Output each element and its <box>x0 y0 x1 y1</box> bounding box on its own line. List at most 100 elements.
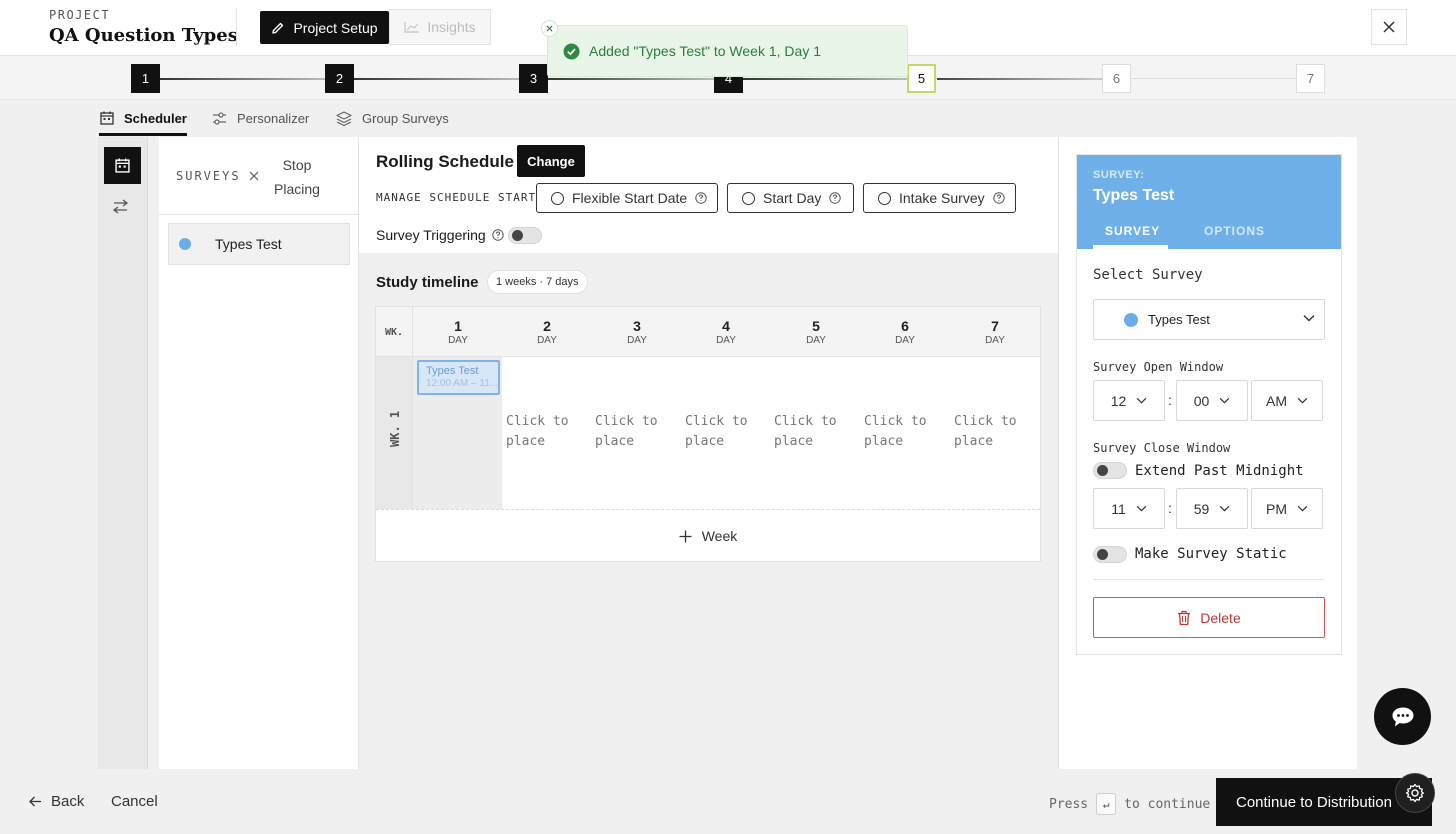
calendar-view-button[interactable] <box>104 147 141 184</box>
day-header-3: 3 DAY <box>592 318 682 346</box>
close-hour-select[interactable]: 11 <box>1093 488 1165 529</box>
chevron-down-icon <box>1297 397 1308 404</box>
left-rail <box>98 137 148 769</box>
radio-circle <box>551 191 564 205</box>
day-6-cell[interactable]: Click to place <box>864 412 944 452</box>
add-week-button[interactable]: Week <box>376 510 1040 562</box>
radio-intake-survey[interactable]: Intake Survey <box>863 183 1016 213</box>
placed-survey-block[interactable]: Types Test 12:00 AM – 11... <box>417 360 500 395</box>
stepper-connector <box>354 78 519 80</box>
step-6[interactable]: 6 <box>1102 64 1131 93</box>
extend-past-midnight-toggle[interactable] <box>1093 462 1127 479</box>
surveys-label: SURVEYS <box>176 169 259 183</box>
time-separator: : <box>1168 392 1172 408</box>
back-label: Back <box>51 793 85 810</box>
close-hour-value: 11 <box>1111 500 1126 517</box>
tab-scheduler[interactable]: Scheduler <box>100 106 187 130</box>
tab-options[interactable]: OPTIONS <box>1204 224 1265 238</box>
open-ampm-select[interactable]: AM <box>1251 380 1323 421</box>
close-ampm-select[interactable]: PM <box>1251 488 1323 529</box>
help-icon <box>695 192 707 204</box>
day-number: 3 <box>633 318 641 334</box>
back-button[interactable]: Back <box>29 793 84 810</box>
project-label: PROJECT <box>49 8 111 22</box>
survey-triggering-text: Survey Triggering <box>376 227 486 243</box>
step-7[interactable]: 7 <box>1296 64 1325 93</box>
survey-color-dot <box>179 238 191 250</box>
day-header-6: 6 DAY <box>860 318 950 346</box>
pencil-icon <box>271 21 285 35</box>
step-2[interactable]: 2 <box>325 64 354 93</box>
step-5[interactable]: 5 <box>907 64 936 93</box>
gear-icon <box>1405 783 1425 803</box>
open-hour-select[interactable]: 12 <box>1093 380 1165 421</box>
stepper-connector <box>160 78 325 80</box>
day-3-cell[interactable]: Click to place <box>595 412 675 452</box>
radio-flexible-start-date[interactable]: Flexible Start Date <box>536 183 718 213</box>
select-survey-dropdown[interactable]: Types Test <box>1093 299 1325 340</box>
project-setup-tab[interactable]: Project Setup <box>260 11 389 44</box>
survey-settings-panel: SURVEY: Types Test SURVEY OPTIONS Select… <box>1058 137 1357 769</box>
radio-label: Intake Survey <box>899 190 985 206</box>
close-button[interactable] <box>1371 9 1407 45</box>
tab-scheduler-label: Scheduler <box>124 110 187 126</box>
open-ampm-value: AM <box>1266 392 1287 409</box>
stepper-connector <box>743 78 907 80</box>
stepper-connector <box>937 78 1102 80</box>
close-minute-select[interactable]: 59 <box>1176 488 1248 529</box>
week-1-label: WK. 1 <box>388 410 402 447</box>
survey-triggering-toggle[interactable] <box>508 227 542 244</box>
settings-button[interactable] <box>1395 773 1435 813</box>
check-circle-icon <box>563 43 580 60</box>
timeline-badge: 1 weeks · 7 days <box>487 270 588 294</box>
success-toast: Added "Types Test" to Week 1, Day 1 <box>541 20 908 77</box>
chevron-down-icon <box>1303 314 1315 322</box>
selected-survey-value: Types Test <box>1148 312 1210 327</box>
layers-icon <box>336 110 352 126</box>
time-separator: : <box>1168 500 1172 516</box>
to-continue-text: to continue <box>1124 796 1211 812</box>
cancel-button[interactable]: Cancel <box>111 793 158 810</box>
day-7-cell[interactable]: Click to place <box>954 412 1034 452</box>
help-icon <box>492 229 504 241</box>
enter-key-icon: ↵ <box>1096 793 1117 815</box>
day-label: DAY <box>985 335 1005 346</box>
tab-group-surveys[interactable]: Group Surveys <box>336 106 449 130</box>
day-label: DAY <box>716 335 736 346</box>
toast-close-button[interactable] <box>541 20 558 37</box>
insights-tab[interactable]: Insights <box>389 9 491 45</box>
step-3[interactable]: 3 <box>519 64 548 93</box>
radio-start-day[interactable]: Start Day <box>727 183 854 213</box>
day-label: DAY <box>537 335 557 346</box>
day-4-cell[interactable]: Click to place <box>685 412 765 452</box>
week-column-header: WK. <box>376 307 413 357</box>
close-icon[interactable] <box>249 171 259 181</box>
surveys-panel: SURVEYS Stop Placing Types Test <box>159 137 359 769</box>
arrow-left-icon <box>29 796 42 807</box>
day-label: DAY <box>448 335 468 346</box>
radio-circle <box>878 191 891 205</box>
tab-survey[interactable]: SURVEY <box>1105 224 1160 238</box>
survey-list-item[interactable]: Types Test <box>168 223 350 265</box>
delete-button[interactable]: Delete <box>1093 597 1325 638</box>
stop-placing-button[interactable]: Stop Placing <box>267 153 327 201</box>
open-minute-value: 00 <box>1193 392 1210 409</box>
day-label: DAY <box>627 335 647 346</box>
add-week-label: Week <box>701 528 738 544</box>
chat-button[interactable] <box>1374 688 1431 745</box>
swap-view-button[interactable] <box>112 199 129 214</box>
step-1[interactable]: 1 <box>131 64 160 93</box>
make-survey-static-toggle[interactable] <box>1093 546 1127 563</box>
change-schedule-button[interactable]: Change <box>517 145 585 177</box>
day-5-cell[interactable]: Click to place <box>774 412 854 452</box>
day-2-cell[interactable]: Click to place <box>506 412 586 452</box>
header-divider <box>236 8 237 46</box>
open-minute-select[interactable]: 00 <box>1176 380 1248 421</box>
extend-past-midnight-label: Extend Past Midnight <box>1135 463 1304 479</box>
plus-icon <box>679 530 692 543</box>
close-ampm-value: PM <box>1266 500 1287 517</box>
calendar-icon <box>115 158 130 173</box>
help-icon <box>829 192 842 204</box>
day-number: 6 <box>901 318 909 334</box>
tab-personalizer[interactable]: Personalizer <box>212 106 309 130</box>
